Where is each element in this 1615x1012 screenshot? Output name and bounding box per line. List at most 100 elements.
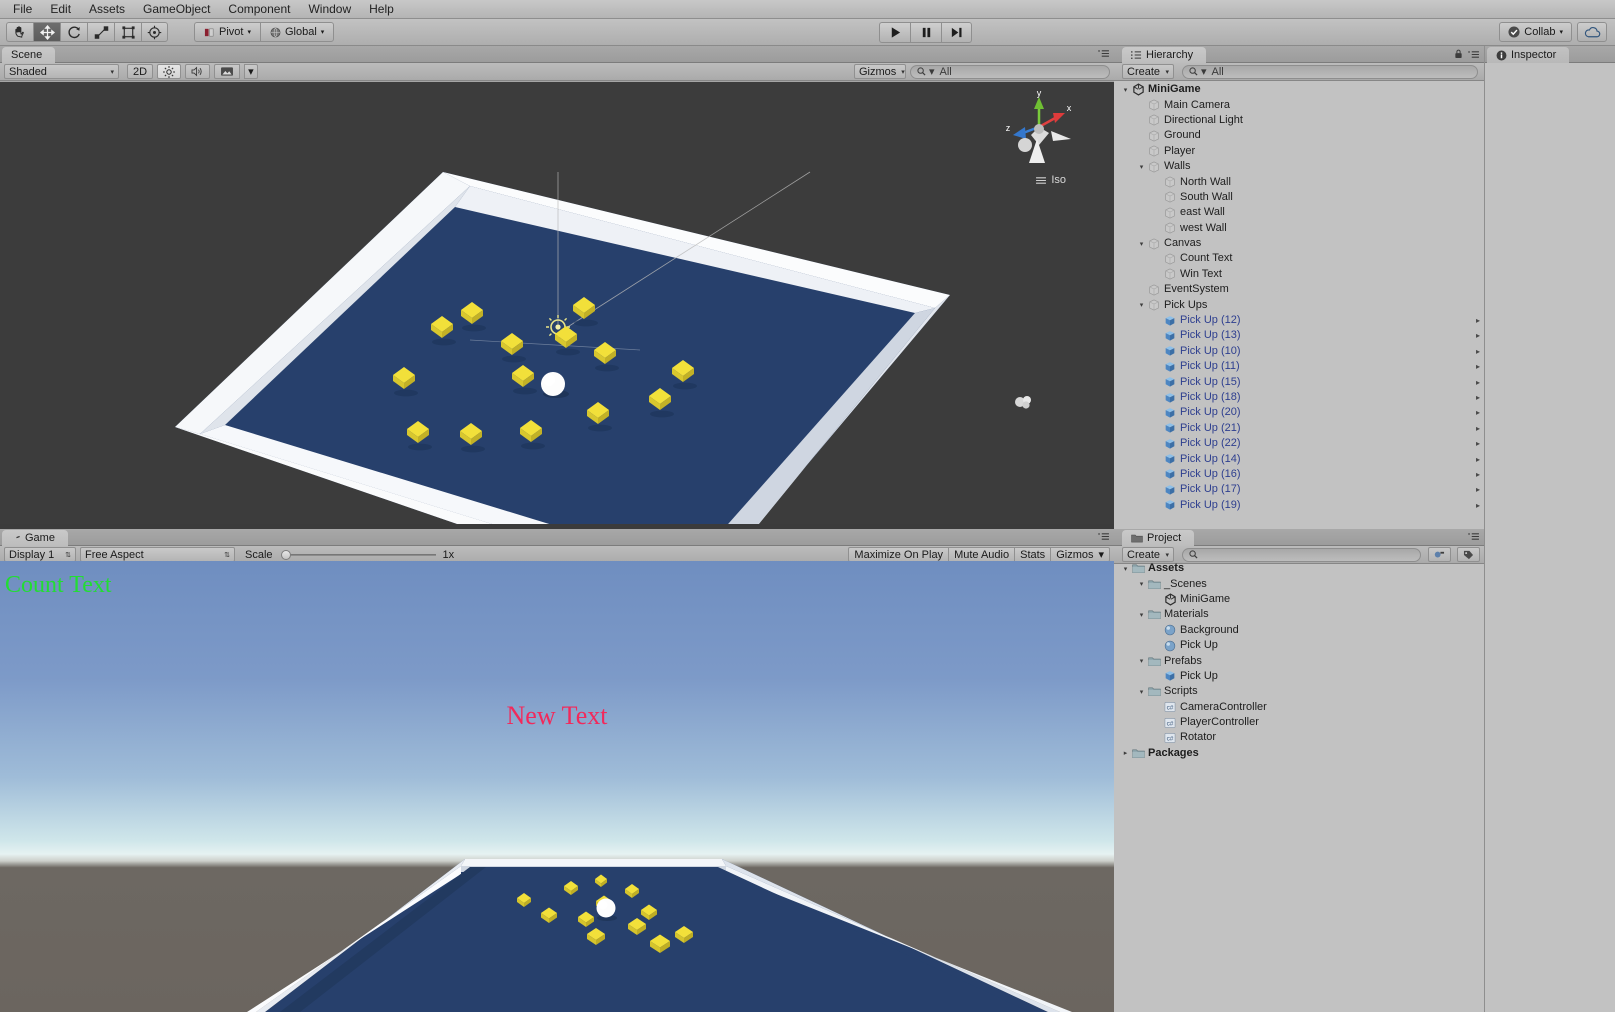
project-tree[interactable]: ▾ Assets ▾ _Scenes MiniGame ▾ Materials Backg… (1114, 561, 1484, 1012)
prefab-select-chevron-icon[interactable]: ▸ (1476, 331, 1480, 340)
tree-row[interactable]: North Wall (1114, 174, 1484, 189)
tree-row[interactable]: ▾ Assets (1114, 561, 1484, 576)
tab-project[interactable]: Project (1122, 530, 1195, 546)
prefab-select-chevron-icon[interactable]: ▸ (1476, 316, 1480, 325)
toggle-fx-button[interactable] (214, 64, 241, 79)
disclosure-triangle-icon[interactable]: ▾ (1120, 86, 1131, 94)
disclosure-triangle-icon[interactable]: ▾ (1136, 580, 1147, 588)
disclosure-triangle-icon[interactable]: ▾ (1136, 657, 1147, 665)
tree-row[interactable]: ▾ Walls (1114, 159, 1484, 174)
scale-tool-button[interactable] (87, 22, 114, 42)
project-filter-label-button[interactable] (1457, 547, 1480, 562)
tree-row[interactable]: Pick Up (20) ▸ (1114, 405, 1484, 420)
disclosure-triangle-icon[interactable]: ▾ (1136, 301, 1147, 309)
tree-row[interactable]: east Wall (1114, 205, 1484, 220)
disclosure-triangle-icon[interactable]: ▾ (1136, 688, 1147, 696)
tree-row[interactable]: Pick Up (1114, 669, 1484, 684)
scale-slider[interactable] (280, 548, 436, 562)
collab-button[interactable]: Collab ▾ (1499, 22, 1572, 42)
menu-item-component[interactable]: Component (219, 0, 299, 18)
tree-row[interactable]: Pick Up (10) ▸ (1114, 344, 1484, 359)
tree-row[interactable]: Main Camera (1114, 97, 1484, 112)
tree-row[interactable]: Pick Up (14) ▸ (1114, 451, 1484, 466)
tree-row[interactable]: Win Text (1114, 267, 1484, 282)
tree-row[interactable]: c# PlayerController (1114, 715, 1484, 730)
menu-item-help[interactable]: Help (360, 0, 403, 18)
project-filter-type-button[interactable] (1428, 547, 1451, 562)
tree-row[interactable]: Background (1114, 623, 1484, 638)
pause-button[interactable] (910, 21, 941, 43)
game-gizmos-button[interactable]: Gizmos ▾ (1051, 547, 1110, 562)
tree-row[interactable]: Pick Up (13) ▸ (1114, 328, 1484, 343)
tree-row[interactable]: Pick Up (15) ▸ (1114, 374, 1484, 389)
tree-row[interactable]: ▾ MiniGame (1114, 82, 1484, 97)
tree-row[interactable]: ▾ Prefabs (1114, 653, 1484, 668)
tree-row[interactable]: Pick Up (18) ▸ (1114, 390, 1484, 405)
menu-item-assets[interactable]: Assets (80, 0, 134, 18)
project-create-button[interactable]: Create ▾ (1122, 547, 1174, 562)
services-cloud-button[interactable] (1577, 22, 1607, 42)
scene-search-input[interactable]: ▾ All (910, 64, 1110, 79)
mute-audio-button[interactable]: Mute Audio (949, 547, 1016, 562)
stats-button[interactable]: Stats (1015, 547, 1052, 562)
maximize-on-play-button[interactable]: Maximize On Play (848, 547, 950, 562)
step-button[interactable] (941, 21, 972, 43)
tab-inspector[interactable]: Inspector (1487, 47, 1570, 63)
prefab-select-chevron-icon[interactable]: ▸ (1476, 485, 1480, 494)
pivot-button[interactable]: Pivot ▾ (194, 22, 260, 42)
fx-dropdown-button[interactable]: ▾ (244, 64, 258, 79)
disclosure-triangle-icon[interactable]: ▾ (1136, 611, 1147, 619)
scene-orientation-gizmo[interactable]: y x z (999, 87, 1079, 167)
tree-row[interactable]: ▸ Packages (1114, 746, 1484, 761)
tree-row[interactable]: ▾ Scripts (1114, 684, 1484, 699)
tab-game[interactable]: Game (2, 530, 68, 546)
disclosure-triangle-icon[interactable]: ▾ (1136, 163, 1147, 171)
tree-row[interactable]: Directional Light (1114, 113, 1484, 128)
transform-tool-button[interactable] (141, 22, 168, 42)
hand-tool-button[interactable] (6, 22, 33, 42)
tree-row[interactable]: Pick Up (22) ▸ (1114, 436, 1484, 451)
project-search-input[interactable] (1182, 547, 1421, 562)
game-tab-options[interactable] (1098, 532, 1110, 541)
project-tab-options[interactable] (1468, 532, 1480, 541)
tree-row[interactable]: Count Text (1114, 251, 1484, 266)
prefab-select-chevron-icon[interactable]: ▸ (1476, 347, 1480, 356)
tree-row[interactable]: Pick Up (21) ▸ (1114, 421, 1484, 436)
hierarchy-tree[interactable]: ▾ MiniGame Main Camera Directional Light … (1114, 82, 1484, 524)
tree-row[interactable]: ▾ Materials (1114, 607, 1484, 622)
shading-mode-dropdown[interactable]: Shaded ▾ (4, 64, 119, 79)
scene-view-orientation[interactable]: Iso (1035, 174, 1066, 186)
move-tool-button[interactable] (33, 22, 60, 42)
global-button[interactable]: Global ▾ (259, 22, 335, 42)
tree-row[interactable]: ▾ Canvas (1114, 236, 1484, 251)
scene-viewport[interactable]: y x z Iso (0, 82, 1114, 524)
toggle-audio-button[interactable] (185, 64, 211, 79)
tree-row[interactable]: c# CameraController (1114, 700, 1484, 715)
prefab-select-chevron-icon[interactable]: ▸ (1476, 393, 1480, 402)
tab-scene[interactable]: Scene (2, 47, 56, 63)
scene-tab-options[interactable] (1098, 49, 1110, 58)
toggle-lighting-button[interactable] (157, 64, 182, 79)
tree-row[interactable]: Pick Up (19) ▸ (1114, 498, 1484, 513)
tree-row[interactable]: c# Rotator (1114, 730, 1484, 745)
disclosure-triangle-icon[interactable]: ▾ (1120, 565, 1131, 573)
tree-row[interactable]: Pick Up (1114, 638, 1484, 653)
tab-hierarchy[interactable]: Hierarchy (1122, 47, 1207, 63)
tree-row[interactable]: South Wall (1114, 190, 1484, 205)
tree-row[interactable]: MiniGame (1114, 592, 1484, 607)
prefab-select-chevron-icon[interactable]: ▸ (1476, 378, 1480, 387)
toggle-2d-button[interactable]: 2D (127, 64, 154, 79)
hierarchy-create-button[interactable]: Create ▾ (1122, 64, 1174, 79)
rotate-tool-button[interactable] (60, 22, 87, 42)
tree-row[interactable]: west Wall (1114, 221, 1484, 236)
tree-row[interactable]: ▾ _Scenes (1114, 576, 1484, 591)
hierarchy-tab-options[interactable] (1454, 49, 1480, 59)
prefab-select-chevron-icon[interactable]: ▸ (1476, 424, 1480, 433)
gizmos-dropdown[interactable]: Gizmos ▾ (854, 64, 906, 79)
tree-row[interactable]: Player (1114, 144, 1484, 159)
aspect-dropdown[interactable]: Free Aspect ⇅ (80, 547, 235, 562)
rect-tool-button[interactable] (114, 22, 141, 42)
tree-row[interactable]: Pick Up (11) ▸ (1114, 359, 1484, 374)
tree-row[interactable]: Pick Up (12) ▸ (1114, 313, 1484, 328)
menu-item-window[interactable]: Window (299, 0, 360, 18)
